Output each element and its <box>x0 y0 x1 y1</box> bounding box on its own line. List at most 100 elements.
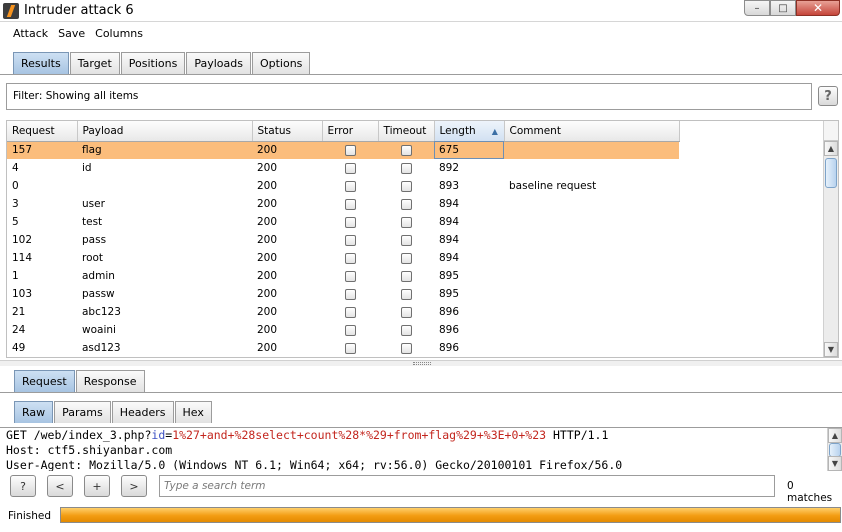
cell-payload: id <box>82 162 92 174</box>
menu-columns[interactable]: Columns <box>95 27 143 45</box>
search-next-button[interactable]: > <box>121 475 147 497</box>
request-editor[interactable]: GET /web/index_3.php?id=1%27+and+%28sele… <box>0 427 842 471</box>
cell-length: 895 <box>439 288 460 300</box>
results-scrollbar[interactable]: ▲ ▼ <box>823 121 838 357</box>
table-row[interactable]: 102 pass 200 894 <box>7 231 679 249</box>
request-protocol: HTTP/1.1 <box>546 428 609 442</box>
cell-payload: passw <box>82 288 115 300</box>
request-scroll-up-icon[interactable]: ▲ <box>828 428 842 443</box>
cell-status: 200 <box>257 342 278 354</box>
menu-save[interactable]: Save <box>58 27 85 45</box>
scroll-thumb[interactable] <box>825 158 837 188</box>
tab-payloads[interactable]: Payloads <box>186 52 251 74</box>
window-controls: – □ ✕ <box>744 0 840 16</box>
tab-headers[interactable]: Headers <box>111 401 174 423</box>
col-comment[interactable]: Comment <box>504 121 680 142</box>
search-input[interactable] <box>159 475 775 497</box>
tab-target[interactable]: Target <box>69 52 120 74</box>
cell-length: 894 <box>439 198 460 210</box>
message-tab-divider <box>0 392 842 393</box>
timeout-checkbox <box>400 216 412 228</box>
cell-payload: pass <box>82 234 107 246</box>
table-row[interactable]: 157 flag 200 675 <box>7 141 679 159</box>
request-scroll-thumb[interactable] <box>829 443 841 457</box>
cell-timeout <box>378 285 434 303</box>
results-grid: Request Payload Status Error Timeout Len… <box>7 121 680 357</box>
table-row[interactable]: 1 admin 200 895 <box>7 267 679 285</box>
cell-length: 892 <box>439 162 460 174</box>
scroll-down-icon[interactable]: ▼ <box>824 342 838 357</box>
tab-divider <box>0 74 842 75</box>
cell-timeout <box>378 159 434 177</box>
cell-status: 200 <box>252 141 322 159</box>
col-status[interactable]: Status <box>252 121 323 142</box>
table-row[interactable]: 5 test 200 894 <box>7 213 679 231</box>
close-button[interactable]: ✕ <box>796 0 840 16</box>
cell-comment <box>504 303 679 321</box>
filter-help-button[interactable]: ? <box>818 86 838 106</box>
tab-request[interactable]: Request <box>14 370 75 392</box>
col-request[interactable]: Request <box>7 121 78 142</box>
request-scrollbar[interactable]: ▲ ▼ <box>827 428 842 471</box>
cell-error <box>322 213 378 231</box>
maximize-button[interactable]: □ <box>770 0 796 16</box>
scroll-up-icon[interactable]: ▲ <box>824 141 838 156</box>
cell-timeout <box>378 339 434 357</box>
request-method-path: GET /web/index_3.php? <box>6 428 152 442</box>
tab-params[interactable]: Params <box>54 401 111 423</box>
splitter-grip-icon[interactable] <box>413 362 431 365</box>
cell-payload: test <box>82 216 103 228</box>
table-row[interactable]: 4 id 200 892 <box>7 159 679 177</box>
request-scroll-down-icon[interactable]: ▼ <box>828 456 842 471</box>
cell-request: 1 <box>12 270 19 282</box>
col-length[interactable]: Length ▲ <box>434 121 505 142</box>
cell-status: 200 <box>257 270 278 282</box>
table-row[interactable]: 103 passw 200 895 <box>7 285 679 303</box>
cell-timeout <box>378 195 434 213</box>
cell-status: 200 <box>257 234 278 246</box>
error-checkbox <box>344 342 356 354</box>
table-row[interactable]: 3 user 200 894 <box>7 195 679 213</box>
col-timeout[interactable]: Timeout <box>378 121 435 142</box>
cell-timeout <box>378 321 434 339</box>
filter-bar[interactable]: Filter: Showing all items <box>6 83 812 110</box>
pane-splitter[interactable] <box>0 360 842 366</box>
minimize-button[interactable]: – <box>744 0 770 16</box>
cell-status: 200 <box>257 162 278 174</box>
cell-error <box>322 267 378 285</box>
timeout-checkbox <box>400 234 412 246</box>
search-add-button[interactable]: + <box>84 475 110 497</box>
col-error[interactable]: Error <box>322 121 379 142</box>
error-checkbox <box>344 288 356 300</box>
table-row[interactable]: 49 asd123 200 896 <box>7 339 679 357</box>
cell-length: 894 <box>439 216 460 228</box>
error-checkbox <box>344 162 356 174</box>
cell-error <box>322 141 378 159</box>
cell-comment <box>504 213 679 231</box>
tab-positions[interactable]: Positions <box>120 52 186 74</box>
tab-response[interactable]: Response <box>75 370 145 392</box>
table-row[interactable]: 21 abc123 200 896 <box>7 303 679 321</box>
tab-hex[interactable]: Hex <box>174 401 212 423</box>
search-help-button[interactable]: ? <box>10 475 36 497</box>
tab-options[interactable]: Options <box>251 52 311 74</box>
error-checkbox <box>344 252 356 264</box>
cell-comment <box>504 231 679 249</box>
search-prev-button[interactable]: < <box>47 475 73 497</box>
timeout-checkbox <box>400 162 412 174</box>
cell-error <box>322 321 378 339</box>
col-payload[interactable]: Payload <box>77 121 253 142</box>
table-row[interactable]: 114 root 200 894 <box>7 249 679 267</box>
table-header: Request Payload Status Error Timeout Len… <box>7 121 680 142</box>
cell-request: 4 <box>12 162 19 174</box>
tab-raw[interactable]: Raw <box>14 401 54 423</box>
timeout-checkbox <box>400 324 412 336</box>
cell-comment <box>504 159 679 177</box>
table-row[interactable]: 24 woaini 200 896 <box>7 321 679 339</box>
error-checkbox <box>344 144 356 156</box>
cell-timeout <box>378 213 434 231</box>
menu-attack[interactable]: Attack <box>13 27 48 45</box>
tab-results[interactable]: Results <box>13 52 69 74</box>
cell-payload: user <box>82 198 105 210</box>
table-row[interactable]: 0 200 893 baseline request <box>7 177 679 195</box>
